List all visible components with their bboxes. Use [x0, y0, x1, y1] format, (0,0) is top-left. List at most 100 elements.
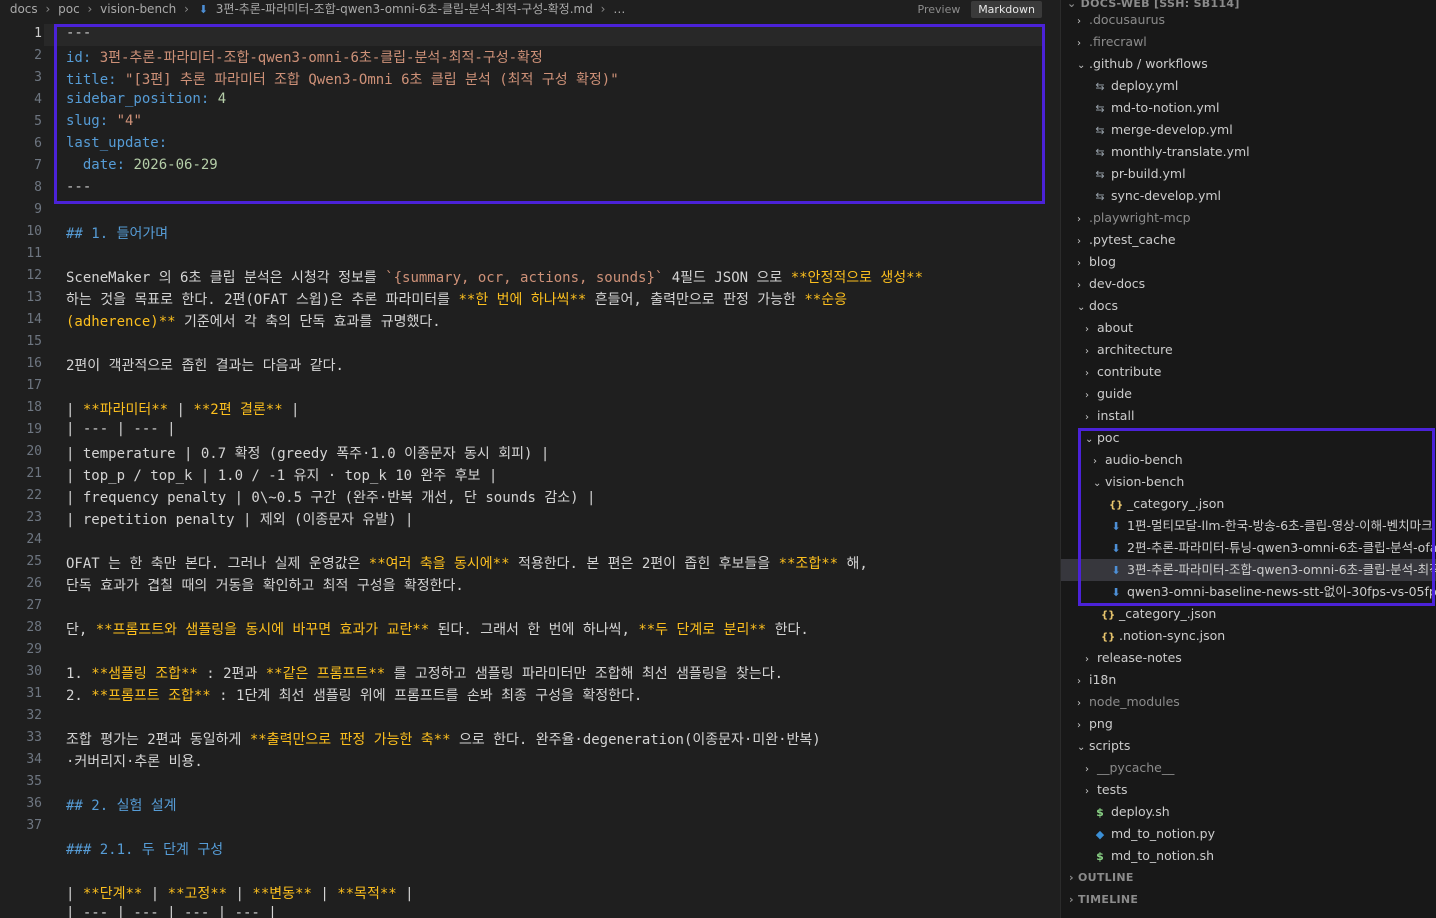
text: 하는 것을 목표로 한다. 2편(OFAT 스윕)은 추론 파라미터를 — [66, 292, 459, 308]
markdown-mode-button[interactable]: Markdown — [971, 1, 1042, 18]
tree-item-label: 2편-추론-파라미터-튜닝-qwen3-omni-6초-클립-분석-ofat — [1127, 540, 1436, 555]
bold-text: **단계** — [82, 886, 143, 902]
tree-folder[interactable]: › .docusaurus — [1061, 9, 1436, 31]
preview-mode-button[interactable]: Preview — [911, 1, 968, 18]
tree-item-label: sync-develop.yml — [1111, 188, 1222, 203]
tree-file[interactable]: {} .notion-sync.json — [1061, 625, 1436, 647]
tree-item-label: qwen3-omni-baseline-news-stt-없이-30fps-vs… — [1127, 584, 1436, 599]
breadcrumb-tail[interactable]: … — [613, 0, 625, 19]
tree-file[interactable]: $ md_to_notion.sh — [1061, 845, 1436, 867]
tree-folder[interactable]: › contribute — [1061, 361, 1436, 383]
line-number: 13 — [26, 290, 42, 305]
workflow-file-icon: ⇆ — [1095, 124, 1105, 137]
text: 1. — [66, 666, 92, 682]
line-number: 6 — [34, 136, 42, 151]
tree-file[interactable]: ⇆ deploy.yml — [1061, 75, 1436, 97]
tree-folder[interactable]: › install — [1061, 405, 1436, 427]
frontmatter-sidebar-line: sidebar_position: 4 — [66, 91, 226, 107]
tree-item-label: .pytest_cache — [1089, 232, 1176, 247]
chevron-right-icon: › — [1085, 368, 1089, 379]
tree-folder[interactable]: › .firecrawl — [1061, 31, 1436, 53]
tree-folder[interactable]: › png — [1061, 713, 1436, 735]
tree-folder[interactable]: › i18n — [1061, 669, 1436, 691]
tree-file[interactable]: ⬇ 3편-추론-파라미터-조합-qwen3-omni-6초-클립-분석-최적 — [1061, 559, 1436, 581]
tree-file[interactable]: ⇆ sync-develop.yml — [1061, 185, 1436, 207]
chevron-right-icon: › — [600, 2, 606, 16]
breadcrumb-file[interactable]: 3편-추론-파라미터-조합-qwen3-omni-6초-클립-분석-최적-구성-… — [216, 0, 593, 19]
tree-folder[interactable]: › audio-bench — [1061, 449, 1436, 471]
tree-file[interactable]: ⬇ qwen3-omni-baseline-news-stt-없이-30fps-v… — [1061, 581, 1436, 603]
tree-file[interactable]: ⬇ 1편-멀티모달-llm-한국-방송-6초-클립-영상-이해-벤치마크 — [1061, 515, 1436, 537]
json-file-icon: {} — [1101, 610, 1116, 621]
tree-folder[interactable]: › node_modules — [1061, 691, 1436, 713]
bold-text: **안정적으로 생성** — [790, 270, 924, 286]
chevron-right-icon: › — [1085, 412, 1089, 423]
text: 단, — [66, 622, 96, 638]
tree-folder[interactable]: › guide — [1061, 383, 1436, 405]
bold-text: **샘플링 조합** — [91, 666, 198, 682]
line-number: 31 — [26, 686, 42, 701]
tree-file[interactable]: ⬇ 2편-추론-파라미터-튜닝-qwen3-omni-6초-클립-분석-ofat — [1061, 537, 1436, 559]
tree-file[interactable]: $ deploy.sh — [1061, 801, 1436, 823]
tree-file[interactable]: ⇆ md-to-notion.yml — [1061, 97, 1436, 119]
paragraph-line: 단, **프롬프트와 샘플링을 동시에 바꾸면 효과가 교란** 된다. 그래서… — [66, 619, 809, 639]
line-number: 9 — [34, 202, 42, 217]
chevron-right-icon: › — [1093, 456, 1097, 467]
shell-file-icon: $ — [1096, 850, 1104, 863]
yaml-key: date: — [66, 157, 126, 173]
yaml-value: 3편-추론-파라미터-조합-qwen3-omni-6초-클립-분석-최적-구성-… — [99, 50, 543, 66]
tree-folder[interactable]: › __pycache__ — [1061, 757, 1436, 779]
tree-folder[interactable]: › dev-docs — [1061, 273, 1436, 295]
tree-item-label: md_to_notion.py — [1111, 826, 1215, 841]
tree-item-label: install — [1097, 408, 1135, 423]
tree-file[interactable]: ⇆ merge-develop.yml — [1061, 119, 1436, 141]
chevron-right-icon: › — [1085, 346, 1089, 357]
markdown-file-icon: ⬇ — [1111, 586, 1121, 599]
tree-folder[interactable]: ⌄ vision-bench — [1061, 471, 1436, 493]
chevron-right-icon: › — [1077, 236, 1081, 247]
tree-item-label: _category_.json — [1127, 496, 1225, 511]
tree-folder[interactable]: ⌄ docs — [1061, 295, 1436, 317]
breadcrumb-vision-bench[interactable]: vision-bench — [100, 0, 176, 19]
tree-folder[interactable]: › .playwright-mcp — [1061, 207, 1436, 229]
tree-folder[interactable]: › .pytest_cache — [1061, 229, 1436, 251]
chevron-right-icon: › — [1069, 871, 1078, 884]
tree-file[interactable]: {} _category_.json — [1061, 493, 1436, 515]
chevron-right-icon: › — [1077, 16, 1081, 27]
outline-section[interactable]: › OUTLINE — [1069, 871, 1134, 884]
frontmatter-lastupdate-line: last_update: — [66, 135, 167, 151]
tree-folder[interactable]: ⌄ .github / workflows — [1061, 53, 1436, 75]
tree-item-label: monthly-translate.yml — [1111, 144, 1250, 159]
line-number: 4 — [34, 92, 42, 107]
editor[interactable]: 1 2 3 4 5 6 7 8 9 10 11 12 13 14 15 16 17 18 19 20 21 22 23 24 2… — [0, 22, 1058, 918]
tree-item-label: .playwright-mcp — [1089, 210, 1191, 225]
tree-item-label: i18n — [1089, 672, 1117, 687]
text: 기준에서 각 축의 단독 효과를 규명했다. — [175, 314, 441, 330]
tree-folder[interactable]: ⌄ scripts — [1061, 735, 1436, 757]
frontmatter-title-line: title: "[3편] 추론 파라미터 조합 Qwen3-Omni 6초 클립… — [66, 69, 619, 89]
breadcrumb-poc[interactable]: poc — [58, 0, 80, 19]
timeline-section[interactable]: › TIMELINE — [1069, 893, 1138, 906]
table-header-row: | **파라미터** | **2편 결론** | — [66, 399, 299, 419]
breadcrumb: docs › poc › vision-bench › ⬇ 3편-추론-파라미터… — [0, 0, 1050, 19]
tree-folder[interactable]: › blog — [1061, 251, 1436, 273]
tree-file[interactable]: ◆ md_to_notion.py — [1061, 823, 1436, 845]
line-number: 24 — [26, 532, 42, 547]
bold-text: **프롬프트와 샘플링을 동시에 바꾸면 효과가 교란** — [95, 622, 430, 638]
chevron-down-icon: ⌄ — [1093, 478, 1102, 489]
tree-folder[interactable]: ⌄ poc — [1061, 427, 1436, 449]
tree-folder[interactable]: › release-notes — [1061, 647, 1436, 669]
breadcrumb-docs[interactable]: docs — [10, 0, 38, 19]
tree-folder[interactable]: › tests — [1061, 779, 1436, 801]
tree-file[interactable]: ⇆ monthly-translate.yml — [1061, 141, 1436, 163]
yaml-value: 2026-06-29 — [133, 157, 218, 173]
line-number: 20 — [26, 444, 42, 459]
tree-folder[interactable]: › architecture — [1061, 339, 1436, 361]
chevron-right-icon: › — [1077, 676, 1081, 687]
tree-item-label: contribute — [1097, 364, 1162, 379]
tree-folder[interactable]: › about — [1061, 317, 1436, 339]
frontmatter-date-line: date: 2026-06-29 — [66, 157, 218, 173]
tree-file[interactable]: ⇆ pr-build.yml — [1061, 163, 1436, 185]
tree-file[interactable]: {} _category_.json — [1061, 603, 1436, 625]
bold-text: **고정** — [167, 886, 228, 902]
